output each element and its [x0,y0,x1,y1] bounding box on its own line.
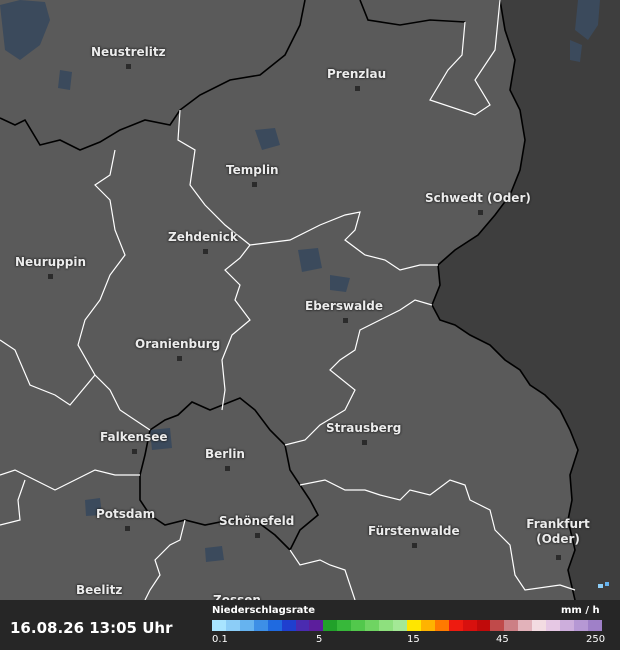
legend-swatch [587,620,602,631]
city-label: Frankfurt (Oder) [526,517,590,546]
legend-tick-label: 5 [316,634,323,645]
legend-swatch [518,620,533,631]
legend-swatch [253,620,268,631]
legend-swatch [323,620,338,631]
legend-tick-label: 0.1 [212,634,228,645]
city-label: Fürstenwalde [368,524,460,538]
legend-swatch [337,620,352,631]
city-label: Schwedt (Oder) [425,191,531,205]
timestamp: 16.08.26 13:05 Uhr [10,619,173,637]
legend-swatch [406,620,421,631]
legend-swatch [212,620,226,631]
city-marker [478,210,483,215]
legend-swatch [351,620,366,631]
legend-swatch [560,620,574,631]
legend-title: Niederschlagsrate [212,605,315,616]
legend-swatch [448,620,463,631]
city-label: Oranienburg [135,337,221,351]
city-marker [362,440,367,445]
legend-swatch [532,620,547,631]
legend-swatch [490,620,505,631]
legend-swatch [476,620,491,631]
legend-swatch [462,620,477,631]
city-marker [252,182,257,187]
city-label: Potsdam [96,507,156,521]
city-marker [225,466,230,471]
footer-bar: 16.08.26 13:05 Uhr Niederschlagsrate mm … [0,600,620,650]
legend-swatch [365,620,380,631]
legend-color-scale [212,620,602,631]
lake [205,546,224,562]
radar-cell [598,584,603,588]
legend-swatch [281,620,296,631]
city-label: Templin [226,163,279,177]
city-marker [125,526,130,531]
legend-swatch [309,620,324,631]
legend-swatch [379,620,393,631]
city-marker [355,86,360,91]
city-marker [177,356,182,361]
city-marker [556,555,561,560]
city-marker [343,318,348,323]
city-label: Zehdenick [168,230,238,244]
city-label: Neustrelitz [91,45,166,59]
city-label: Berlin [205,447,245,461]
legend-swatch [434,620,449,631]
legend-tick-label: 250 [586,634,606,645]
legend-swatch [504,620,519,631]
city-marker [48,274,53,279]
legend-unit: mm / h [561,605,600,616]
legend-swatch [546,620,561,631]
city-marker [203,249,208,254]
city-label: Prenzlau [327,67,387,81]
lake [58,70,72,90]
city-label: Strausberg [326,421,402,435]
weather-map[interactable]: Neustrelitz Prenzlau Templin Schwedt (Oder)… [0,0,620,607]
city-marker [412,543,417,548]
legend-swatch [420,620,435,631]
legend-swatch [267,620,282,631]
city-marker [255,533,260,538]
radar-cell [605,582,609,586]
legend-swatch [392,620,407,631]
legend-swatch [239,620,254,631]
city-label: Falkensee [100,430,168,444]
city-marker [126,64,131,69]
legend-swatch [573,620,588,631]
city-marker [132,449,137,454]
city-label: Beelitz [76,583,123,597]
legend-tick-label: 45 [496,634,509,645]
city-label: Eberswalde [305,299,384,313]
legend-swatch [225,620,240,631]
lake [298,248,322,272]
legend-tick-label: 15 [407,634,420,645]
city-label: Neuruppin [15,255,87,269]
city-label: Schönefeld [219,514,295,528]
legend-swatch [295,620,310,631]
